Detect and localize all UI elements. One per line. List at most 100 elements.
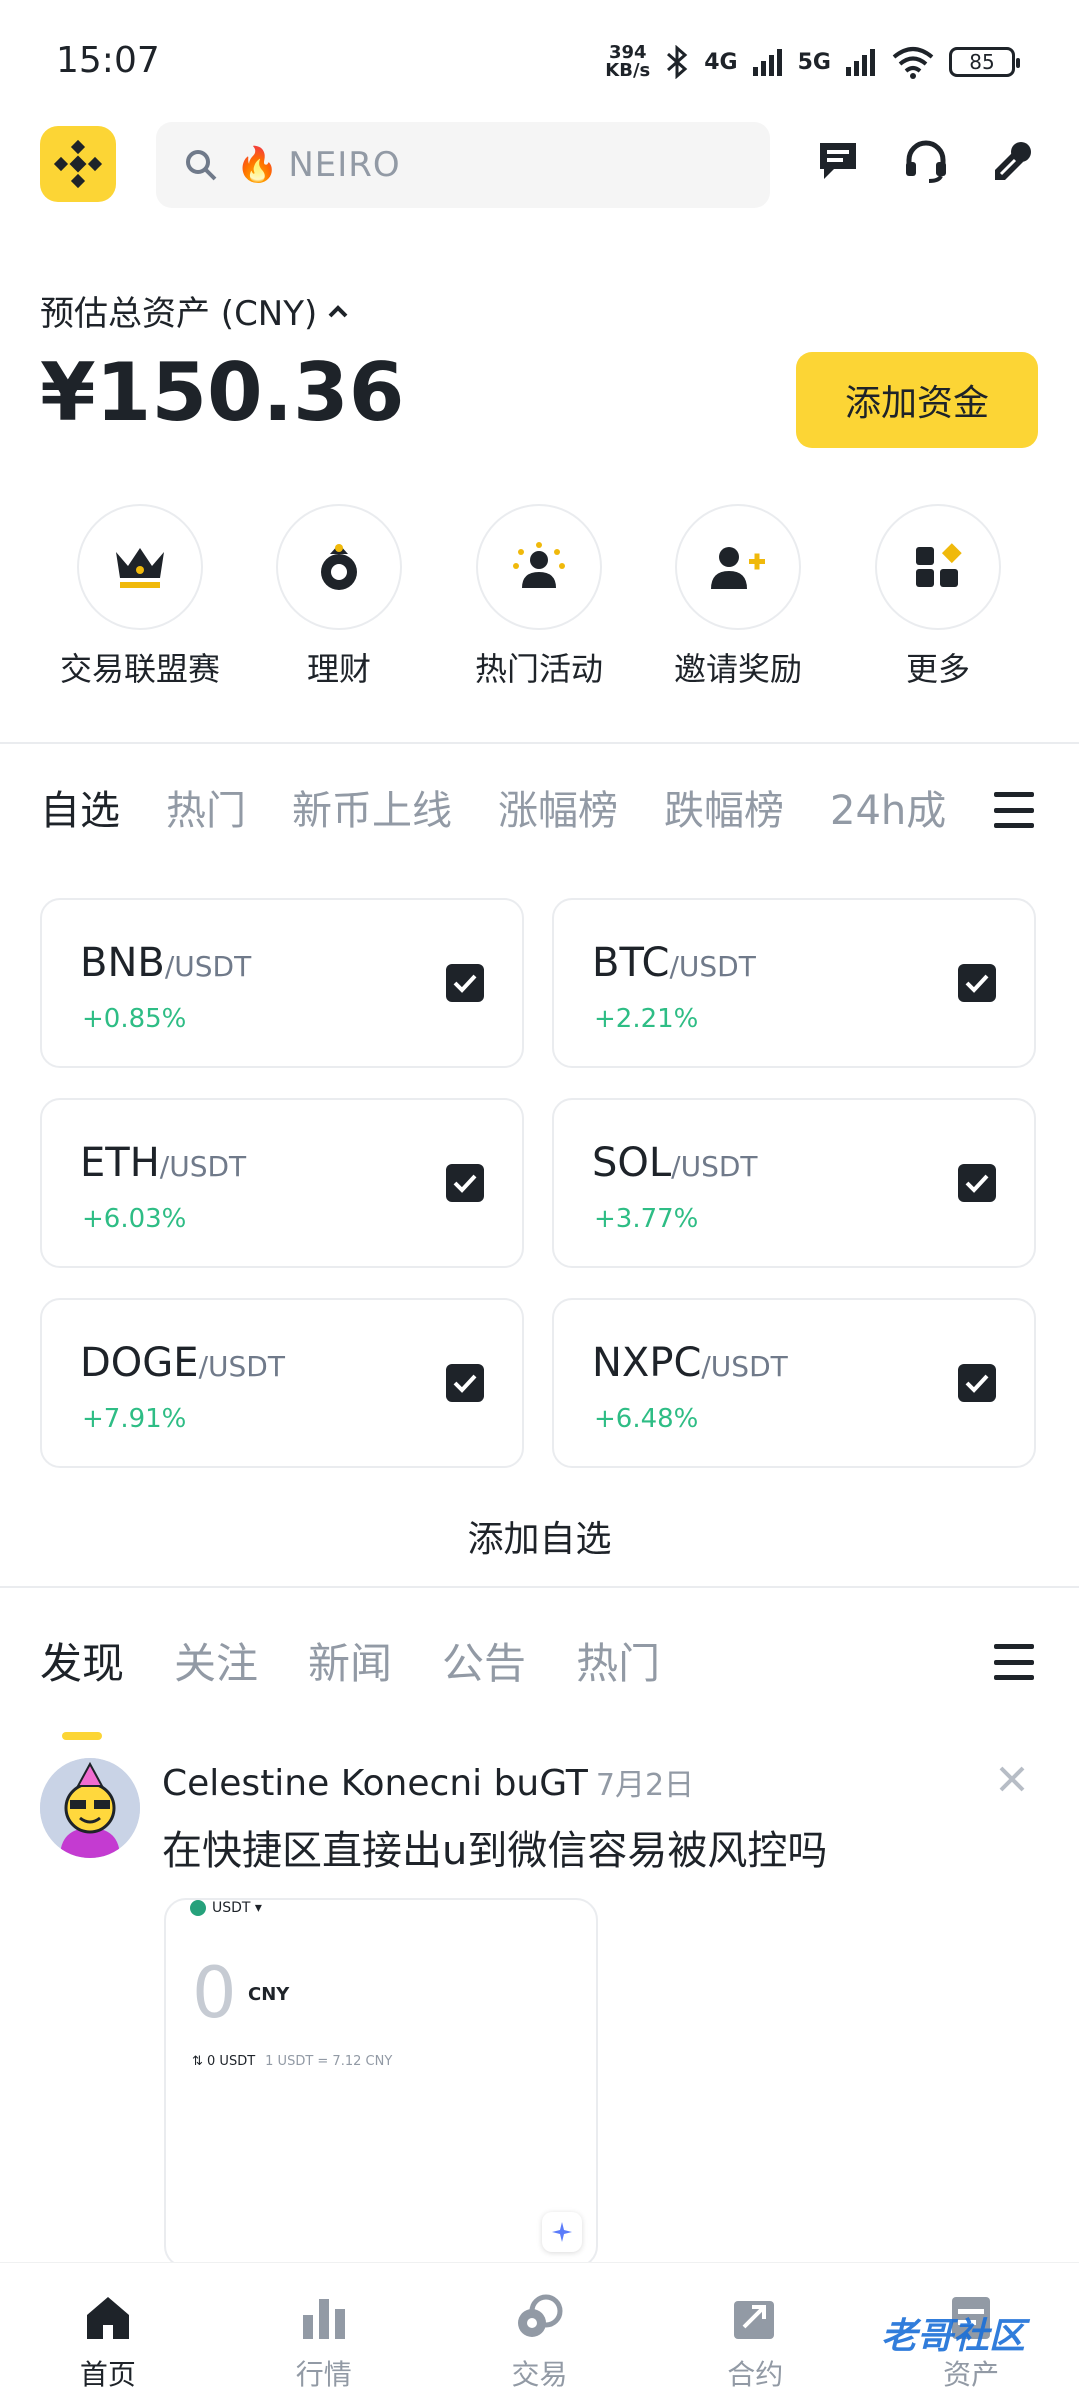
pair-quote: /USDT [701, 1350, 788, 1383]
tab-trending[interactable]: 热门 [576, 1630, 660, 1710]
shortcut-savings[interactable]: 理财 [249, 504, 429, 690]
market-menu-icon[interactable] [994, 792, 1034, 828]
crown-icon [77, 504, 203, 630]
pair-change: +6.03% [82, 1204, 187, 1234]
pair-quote: /USDT [198, 1350, 285, 1383]
add-watchlist-button[interactable]: 添加自选 [0, 1510, 1079, 1562]
binance-logo-icon[interactable] [40, 126, 116, 202]
bluetooth-icon [667, 45, 688, 79]
estimated-assets-label[interactable]: 预估总资产 (CNY) [40, 286, 349, 335]
tab-gainers[interactable]: 涨幅榜 [498, 778, 618, 858]
status-icons: 394 KB/s 4G 5G 85 [605, 40, 1020, 84]
nav-home[interactable]: 首页 [0, 2263, 216, 2400]
post-author[interactable]: Celestine Konecni buGT 7月2日 [162, 1760, 694, 1804]
home-icon [86, 2297, 129, 2339]
search-input[interactable]: 🔥 NEIRO [156, 122, 770, 208]
pair-quote: /USDT [669, 950, 756, 983]
shortcut-invite[interactable]: 邀请奖励 [648, 504, 828, 690]
pair-base: DOGE [80, 1340, 199, 1386]
tab-following[interactable]: 关注 [174, 1630, 258, 1710]
search-placeholder: NEIRO [288, 145, 401, 185]
status-bar: 15:07 394 KB/s 4G 5G 85 [0, 0, 1079, 120]
support-headset-icon[interactable] [901, 136, 951, 186]
feed-tabs: 发现 关注 新闻 公告 热门 [40, 1630, 660, 1740]
pair-card-nxpc[interactable]: NXPC/USDT +6.48% [552, 1298, 1036, 1468]
checkbox-checked-icon[interactable] [446, 964, 484, 1002]
checkbox-checked-icon[interactable] [958, 1364, 996, 1402]
fire-icon: 🔥 [236, 145, 279, 185]
checkbox-checked-icon[interactable] [446, 1164, 484, 1202]
usdt-logo-icon [190, 1900, 206, 1916]
pair-change: +2.21% [594, 1004, 699, 1034]
savings-icon [276, 504, 402, 630]
more-icon [875, 504, 1001, 630]
post-text[interactable]: 在快捷区直接出u到微信容易被风控吗 [162, 1818, 827, 1876]
total-assets-value: ¥150.36 [40, 346, 405, 439]
pair-quote: /USDT [159, 1150, 247, 1183]
pair-base: NXPC [592, 1340, 702, 1386]
pair-change: +0.85% [82, 1004, 187, 1034]
shortcut-row: 交易联盟赛 理财 热门活动 邀请奖励 更多 [0, 504, 1079, 704]
avatar[interactable] [40, 1758, 140, 1858]
sparkle-icon [542, 2212, 582, 2252]
message-icon[interactable] [813, 136, 863, 186]
pair-card-sol[interactable]: SOL/USDT +3.77% [552, 1098, 1036, 1268]
invite-icon [675, 504, 801, 630]
trade-icon [518, 2294, 563, 2337]
profile-edit-icon[interactable] [989, 136, 1039, 186]
pair-change: +6.48% [594, 1404, 699, 1434]
pair-change: +3.77% [594, 1204, 699, 1234]
tab-news[interactable]: 新闻 [308, 1630, 392, 1710]
checkbox-checked-icon[interactable] [446, 1364, 484, 1402]
futures-icon [734, 2301, 775, 2339]
clock: 15:07 [56, 40, 160, 81]
nav-futures[interactable]: 合约 [647, 2263, 863, 2400]
pair-base: BTC [592, 940, 670, 986]
tab-favorites[interactable]: 自选 [40, 778, 120, 858]
markets-icon [302, 2299, 345, 2339]
pair-quote: /USDT [164, 950, 252, 983]
nav-markets[interactable]: 行情 [216, 2263, 432, 2400]
post-date: 7月2日 [595, 1768, 695, 1803]
event-icon [476, 504, 602, 630]
image-usdt-line: ⇅ 0 USDT [192, 2054, 256, 2069]
wifi-icon [892, 47, 934, 79]
section-divider [0, 1586, 1079, 1588]
image-currency: USDT ▾ [212, 1900, 262, 1916]
chevron-up-icon [328, 304, 348, 317]
image-rate: 1 USDT = 7.12 CNY [265, 2054, 393, 2069]
pair-card-eth[interactable]: ETH/USDT +6.03% [40, 1098, 524, 1268]
network-speed: 394 KB/s [605, 42, 651, 81]
shortcut-trading-league[interactable]: 交易联盟赛 [50, 504, 230, 690]
post-image[interactable]: USDT ▾ 0 CNY ⇅ 0 USDT 1 USDT = 7.12 CNY [164, 1898, 598, 2268]
pair-card-doge[interactable]: DOGE/USDT +7.91% [40, 1298, 524, 1468]
signal-4g-label: 4G [704, 49, 738, 75]
tab-discover[interactable]: 发现 [40, 1630, 124, 1740]
shortcut-hot-events[interactable]: 热门活动 [449, 504, 629, 690]
checkbox-checked-icon[interactable] [958, 1164, 996, 1202]
signal-5g-label: 5G [797, 49, 831, 75]
close-icon[interactable] [995, 1762, 1029, 1796]
image-amount: 0 [192, 1952, 237, 2034]
tab-24h-volume[interactable]: 24h成 [830, 778, 946, 858]
checkbox-checked-icon[interactable] [958, 964, 996, 1002]
add-funds-button[interactable]: 添加资金 [796, 352, 1038, 448]
nav-trade[interactable]: 交易 [432, 2263, 648, 2400]
pair-card-btc[interactable]: BTC/USDT +2.21% [552, 898, 1036, 1068]
pair-card-bnb[interactable]: BNB/USDT +0.85% [40, 898, 524, 1068]
signal-5g-icon [846, 49, 875, 76]
market-tabs: 自选 热门 新币上线 涨幅榜 跌幅榜 24h成 [40, 778, 1000, 858]
signal-4g-icon [752, 49, 782, 76]
tab-announcements[interactable]: 公告 [442, 1630, 526, 1710]
feed-menu-icon[interactable] [994, 1644, 1034, 1680]
pair-change: +7.91% [82, 1404, 187, 1434]
tab-new-listing[interactable]: 新币上线 [292, 778, 452, 858]
section-divider [0, 742, 1079, 744]
top-actions [813, 136, 1039, 186]
battery-icon: 85 [949, 47, 1020, 77]
tab-hot[interactable]: 热门 [166, 778, 246, 858]
tab-losers[interactable]: 跌幅榜 [664, 778, 784, 858]
image-unit: CNY [248, 1984, 290, 2005]
top-bar: 🔥 NEIRO [0, 122, 1079, 210]
shortcut-more[interactable]: 更多 [848, 504, 1028, 690]
